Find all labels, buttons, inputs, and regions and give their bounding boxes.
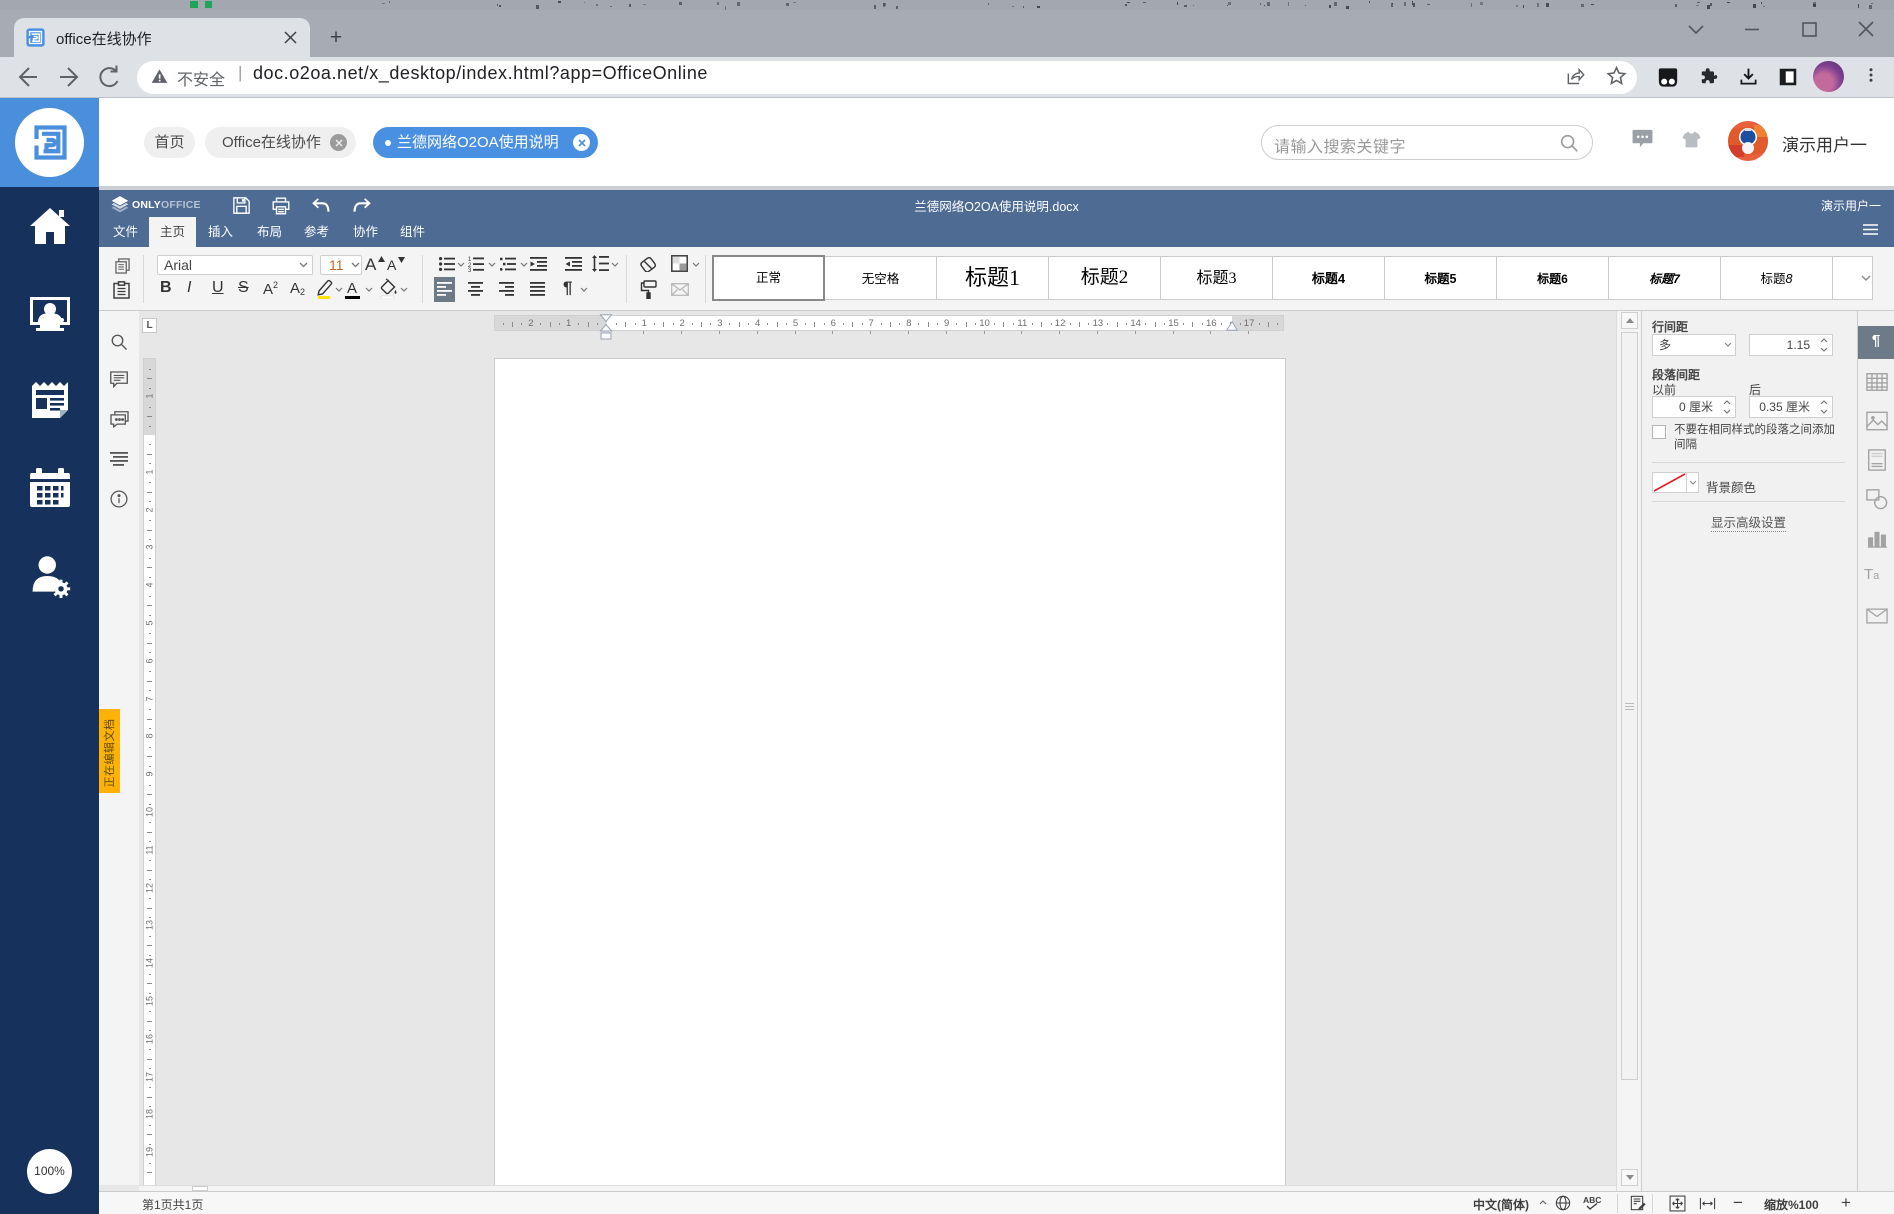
svg-text:3: 3 xyxy=(468,268,472,272)
